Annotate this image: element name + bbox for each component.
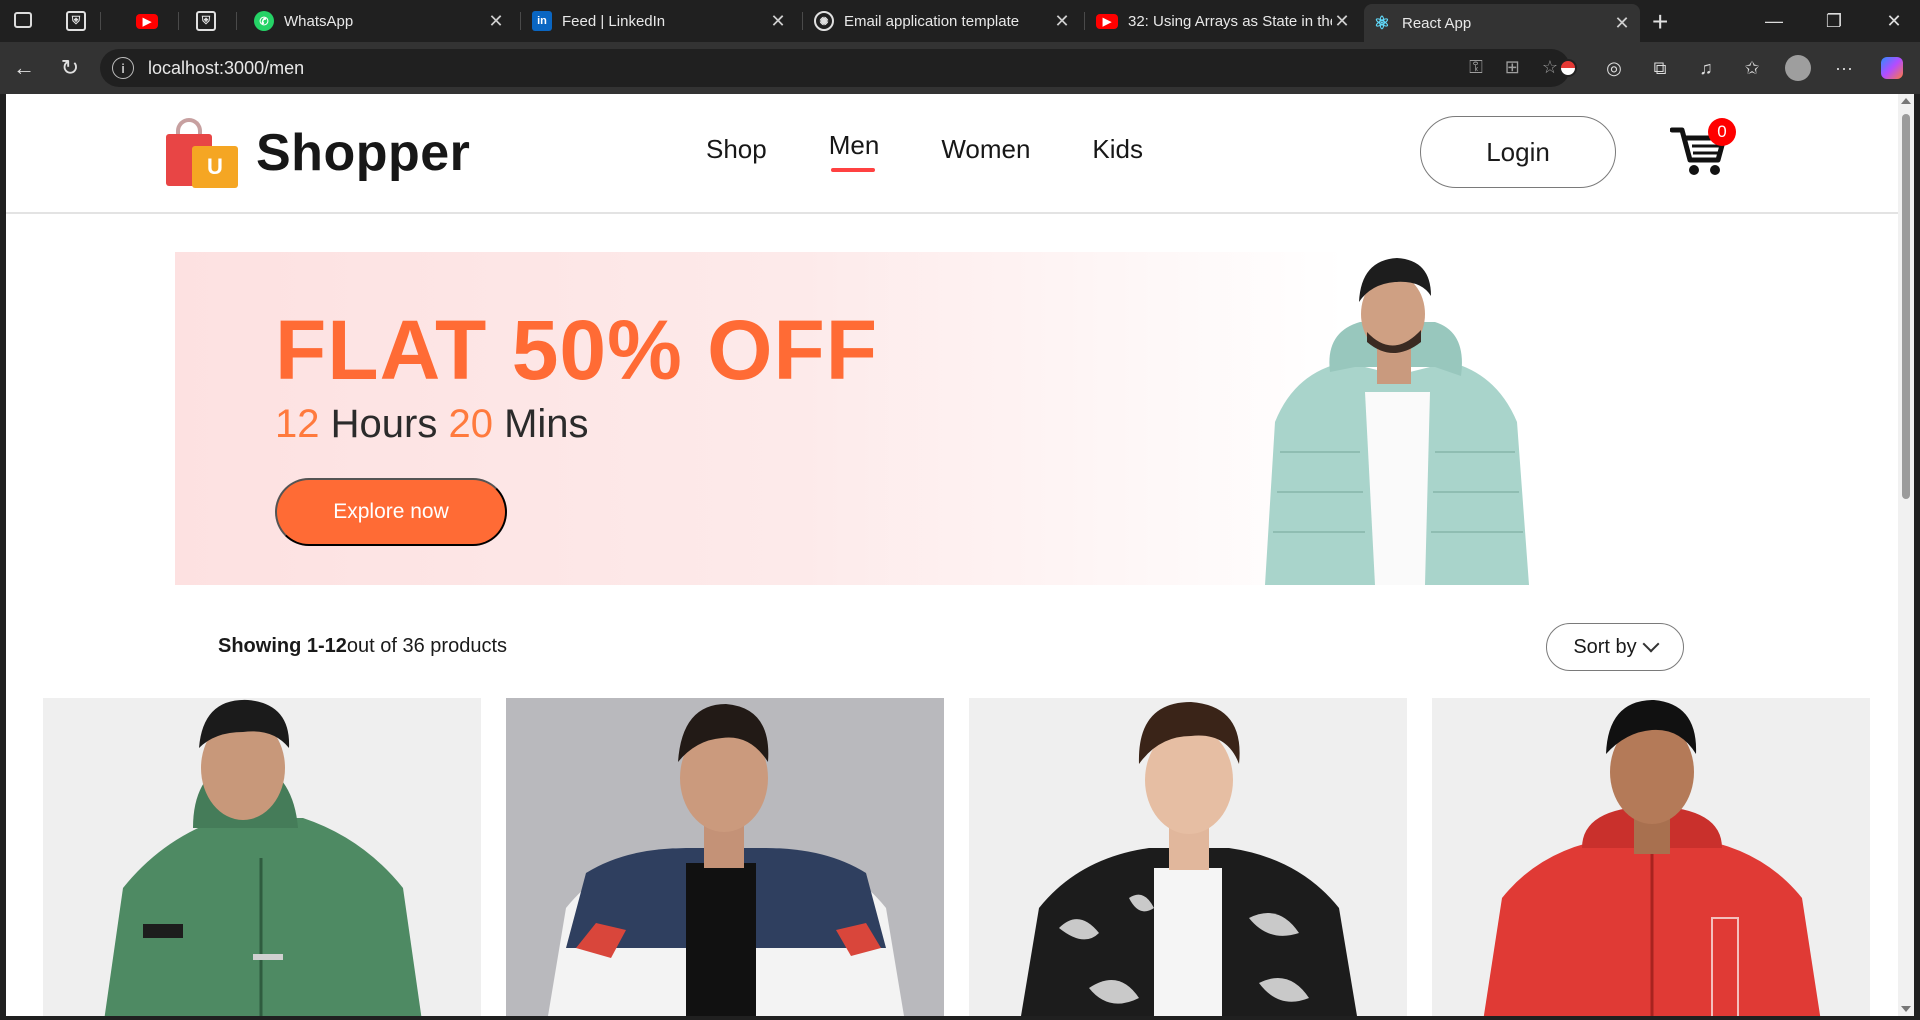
- browser-toolbar: ← ↻ i localhost:3000/men ⚿ ⊞ ☆ ◎ ⧉ ♫ ✩ ·…: [0, 42, 1920, 94]
- address-bar-actions: ⚿ ⊞ ☆: [1469, 57, 1558, 78]
- tab-pinned-2[interactable]: ▶: [136, 4, 160, 38]
- close-icon[interactable]: ✕: [768, 11, 788, 32]
- hero-model-image: [1265, 258, 1529, 585]
- scrollbar-thumb[interactable]: [1902, 114, 1910, 499]
- site-navbar: U Shopper Shop Men Women Kids Login 0: [6, 94, 1898, 214]
- product-image: [969, 698, 1407, 1016]
- document-shield-icon: ⛨: [196, 11, 216, 31]
- close-window-button[interactable]: ✕: [1864, 0, 1920, 42]
- results-total: out of 36 products: [346, 635, 508, 657]
- site-info-icon[interactable]: i: [112, 57, 134, 79]
- whatsapp-icon: ✆: [254, 11, 274, 31]
- openai-icon: ✺: [814, 11, 834, 31]
- favorites-icon[interactable]: ✩: [1738, 54, 1766, 82]
- tab-email-template[interactable]: ✺ Email application template ✕: [806, 4, 1080, 38]
- more-menu-icon[interactable]: ···: [1830, 54, 1858, 82]
- profile-avatar-icon[interactable]: [1784, 54, 1812, 82]
- shopping-bag-icon: U: [164, 116, 240, 190]
- results-range: Showing 1-12: [218, 635, 347, 657]
- active-nav-underline: [830, 168, 875, 172]
- youtube-icon: ▶: [136, 13, 158, 29]
- tab-linkedin[interactable]: in Feed | LinkedIn ✕: [524, 4, 796, 38]
- cart-count-badge: 0: [1708, 118, 1736, 146]
- back-button[interactable]: ←: [8, 52, 40, 84]
- linkedin-icon: in: [532, 11, 552, 31]
- key-icon[interactable]: ⚿: [1469, 57, 1483, 78]
- logo-letter: U: [192, 146, 238, 188]
- tab-youtube-video[interactable]: ▶ 32: Using Arrays as State in the ✕: [1088, 4, 1360, 38]
- youtube-icon: ▶: [1096, 13, 1118, 29]
- product-image: [506, 698, 944, 1016]
- tab-title: WhatsApp: [284, 12, 354, 30]
- minimize-button[interactable]: —: [1744, 0, 1804, 42]
- copilot-icon[interactable]: [1878, 54, 1906, 82]
- hours-label: Hours: [330, 402, 438, 446]
- product-card[interactable]: [506, 698, 944, 1016]
- scroll-down-arrow-icon[interactable]: [1901, 1006, 1911, 1012]
- app-available-icon[interactable]: ⊞: [1505, 57, 1520, 78]
- new-tab-button[interactable]: +: [1652, 6, 1668, 38]
- login-button[interactable]: Login: [1420, 116, 1616, 188]
- page-scrollbar[interactable]: [1898, 94, 1914, 1016]
- restore-button[interactable]: ❐: [1804, 0, 1864, 42]
- nav-item-shop[interactable]: Shop: [706, 134, 767, 165]
- nav-item-kids[interactable]: Kids: [1092, 134, 1143, 165]
- record-extension-icon[interactable]: ◎: [1600, 54, 1628, 82]
- main-nav: Shop Men Women Kids: [706, 130, 1205, 172]
- tab-title: Email application template: [844, 12, 1020, 30]
- tab-title: 32: Using Arrays as State in the: [1128, 12, 1332, 30]
- hero-banner: FLAT 50% OFF 12 Hours 20 Mins Explore no…: [175, 252, 1735, 585]
- page-viewport: U Shopper Shop Men Women Kids Login 0 FL…: [6, 94, 1898, 1016]
- tab-whatsapp[interactable]: ✆ WhatsApp ✕: [246, 4, 514, 38]
- product-card[interactable]: [969, 698, 1407, 1016]
- chevron-down-icon: [1642, 635, 1660, 653]
- sort-label: Sort by: [1573, 635, 1637, 658]
- close-icon[interactable]: ✕: [1612, 13, 1632, 34]
- countdown-timer: 12 Hours 20 Mins: [275, 402, 589, 447]
- hours-value: 12: [275, 402, 320, 446]
- tab-pinned-3[interactable]: ⛨: [196, 4, 220, 38]
- reload-button[interactable]: ↻: [54, 52, 86, 84]
- close-icon[interactable]: ✕: [486, 11, 506, 32]
- react-icon: ⚛: [1373, 12, 1391, 33]
- mins-label: Mins: [504, 402, 589, 446]
- product-card[interactable]: [43, 698, 481, 1016]
- close-icon[interactable]: ✕: [1332, 11, 1352, 32]
- tab-actions-icon[interactable]: [14, 12, 32, 28]
- url-text: localhost:3000/men: [148, 57, 305, 78]
- tab-react-app[interactable]: ⚛ React App ✕: [1364, 4, 1640, 42]
- product-image: [43, 698, 481, 1016]
- scroll-up-arrow-icon[interactable]: [1901, 98, 1911, 104]
- results-count: Showing 1-12out of 36 products: [218, 635, 507, 658]
- close-icon[interactable]: ✕: [1052, 11, 1072, 32]
- tab-title: React App: [1402, 14, 1472, 32]
- hero-headline: FLAT 50% OFF: [275, 303, 879, 397]
- address-bar[interactable]: i localhost:3000/men ⚿ ⊞ ☆: [100, 49, 1570, 87]
- site-logo[interactable]: U Shopper: [164, 116, 470, 190]
- sort-dropdown[interactable]: Sort by: [1546, 623, 1684, 671]
- brand-name: Shopper: [256, 124, 471, 182]
- pokeball-extension-icon[interactable]: [1554, 54, 1582, 82]
- explore-now-button[interactable]: Explore now: [275, 478, 507, 546]
- nav-item-label: Men: [828, 130, 880, 160]
- tab-title: Feed | LinkedIn: [562, 12, 666, 30]
- mins-value: 20: [448, 402, 493, 446]
- extensions-icon[interactable]: ⧉: [1646, 54, 1674, 82]
- media-control-icon[interactable]: ♫: [1692, 54, 1720, 82]
- product-image: [1432, 698, 1870, 1016]
- product-card[interactable]: [1432, 698, 1870, 1016]
- document-shield-icon: ⛨: [66, 11, 86, 31]
- tab-pinned-1[interactable]: ⛨: [66, 4, 90, 38]
- browser-tab-strip: ⛨ ▶ ⛨ ✆ WhatsApp ✕ in Feed | LinkedIn ✕ …: [0, 0, 1920, 42]
- nav-item-women[interactable]: Women: [941, 134, 1030, 165]
- nav-item-men[interactable]: Men: [828, 130, 880, 172]
